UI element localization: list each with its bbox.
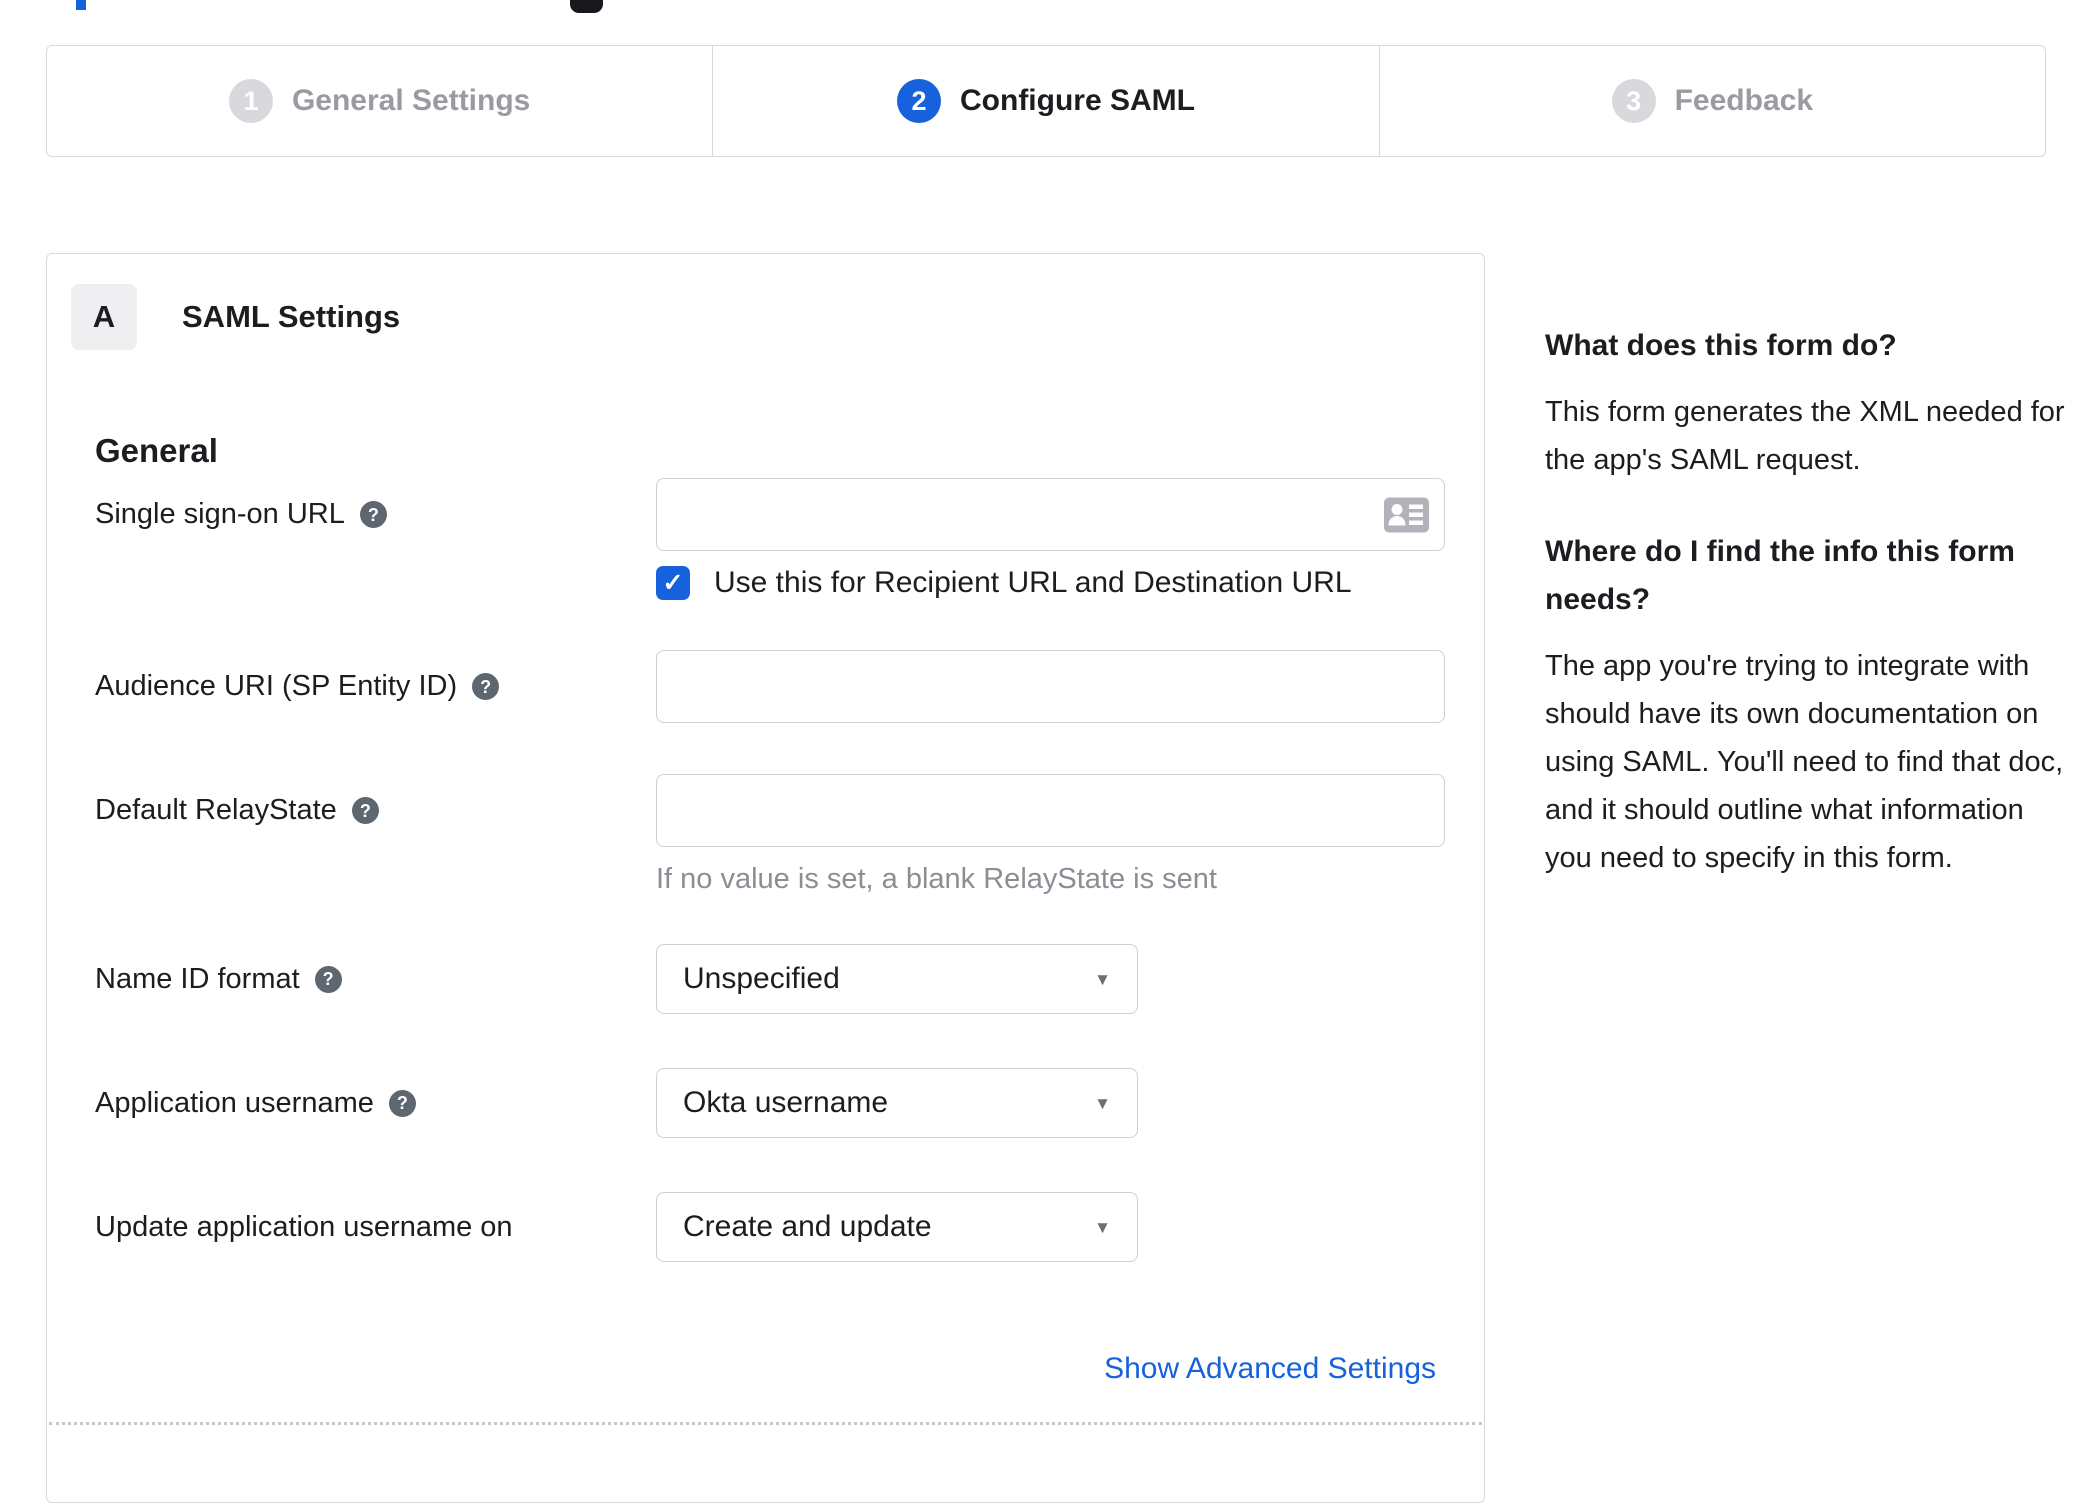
- sidebar-heading-where: Where do I find the info this form needs…: [1545, 535, 2015, 616]
- section-divider-dashed: [49, 1422, 1482, 1425]
- step-configure-saml[interactable]: 2 Configure SAML: [712, 46, 1378, 156]
- name-id-format-value: Unspecified: [683, 962, 840, 995]
- relaystate-label: Default RelayState ?: [95, 774, 656, 847]
- relaystate-hint: If no value is set, a blank RelayState i…: [656, 863, 1217, 895]
- update-username-value: Create and update: [683, 1210, 932, 1243]
- sso-url-help-icon[interactable]: ?: [359, 501, 387, 528]
- section-a-badge: A: [71, 284, 137, 350]
- step-feedback: 3 Feedback: [1378, 46, 2045, 156]
- sidebar-body-where: The app you're trying to integrate with …: [1545, 650, 2064, 874]
- sidebar-body-what: This form generates the XML needed for t…: [1545, 396, 2065, 476]
- recipient-url-checkbox-row: ✓ Use this for Recipient URL and Destina…: [656, 566, 1445, 600]
- audience-uri-help-icon[interactable]: ?: [472, 673, 500, 700]
- caret-down-icon: ▼: [1094, 1217, 1111, 1237]
- recipient-url-checkbox-label: Use this for Recipient URL and Destinati…: [714, 566, 1352, 599]
- sso-url-input[interactable]: [656, 478, 1445, 551]
- update-username-select[interactable]: Create and update ▼: [656, 1192, 1138, 1262]
- step-general-settings[interactable]: 1 General Settings: [47, 46, 712, 156]
- update-username-label: Update application username on: [95, 1210, 513, 1243]
- section-title: SAML Settings: [182, 299, 401, 334]
- relaystate-help-icon[interactable]: ?: [351, 797, 379, 824]
- recipient-url-checkbox[interactable]: ✓: [656, 566, 690, 600]
- application-username-help-icon[interactable]: ?: [388, 1089, 416, 1117]
- section-header: A SAML Settings: [71, 284, 400, 350]
- sidebar-heading-what: What does this form do?: [1545, 329, 1897, 362]
- cropped-header-artifact-dark: [570, 0, 603, 13]
- sso-url-label: Single sign-on URL ?: [95, 478, 656, 551]
- cropped-header-artifact-blue: [76, 0, 86, 10]
- audience-uri-label: Audience URI (SP Entity ID) ?: [95, 650, 656, 723]
- check-icon: ✓: [662, 569, 684, 597]
- contact-card-icon: [1384, 497, 1429, 532]
- step-1-label: General Settings: [291, 84, 531, 117]
- sidebar-section-where: Where do I find the info this form needs…: [1545, 528, 2073, 882]
- field-row-sso-url: Single sign-on URL ? ✓ Use this for Reci…: [95, 478, 1445, 600]
- step-3-label: Feedback: [1674, 84, 1814, 117]
- group-title-general: General: [95, 432, 218, 469]
- audience-uri-input[interactable]: [656, 650, 1445, 723]
- field-row-audience-uri: Audience URI (SP Entity ID) ?: [95, 650, 1445, 723]
- wizard-stepper: 1 General Settings 2 Configure SAML 3 Fe…: [46, 45, 2046, 157]
- application-username-value: Okta username: [683, 1086, 889, 1119]
- name-id-format-select[interactable]: Unspecified ▼: [656, 944, 1138, 1014]
- field-row-name-id-format: Name ID format ? Unspecified ▼: [95, 944, 1138, 1014]
- step-2-number-badge: 2: [897, 79, 941, 123]
- name-id-format-help-icon[interactable]: ?: [314, 965, 342, 993]
- caret-down-icon: ▼: [1094, 969, 1111, 989]
- application-username-select[interactable]: Okta username ▼: [656, 1068, 1138, 1138]
- sidebar-section-what: What does this form do? This form genera…: [1545, 322, 2073, 484]
- step-3-number-badge: 3: [1611, 79, 1656, 123]
- show-advanced-settings-link[interactable]: Show Advanced Settings: [1104, 1352, 1436, 1386]
- saml-settings-panel: A SAML Settings General Single sign-on U…: [46, 253, 1485, 1503]
- step-1-number-badge: 1: [228, 79, 273, 123]
- field-row-update-username: Update application username on Create an…: [95, 1192, 1138, 1262]
- caret-down-icon: ▼: [1094, 1093, 1111, 1113]
- application-username-label: Application username ?: [95, 1068, 656, 1138]
- step-2-label: Configure SAML: [960, 84, 1195, 117]
- name-id-format-label: Name ID format ?: [95, 944, 656, 1014]
- relaystate-input[interactable]: [656, 774, 1445, 847]
- help-sidebar: What does this form do? This form genera…: [1545, 322, 2073, 882]
- field-row-relaystate: Default RelayState ? If no value is set,…: [95, 774, 1445, 896]
- field-row-application-username: Application username ? Okta username ▼: [95, 1068, 1138, 1138]
